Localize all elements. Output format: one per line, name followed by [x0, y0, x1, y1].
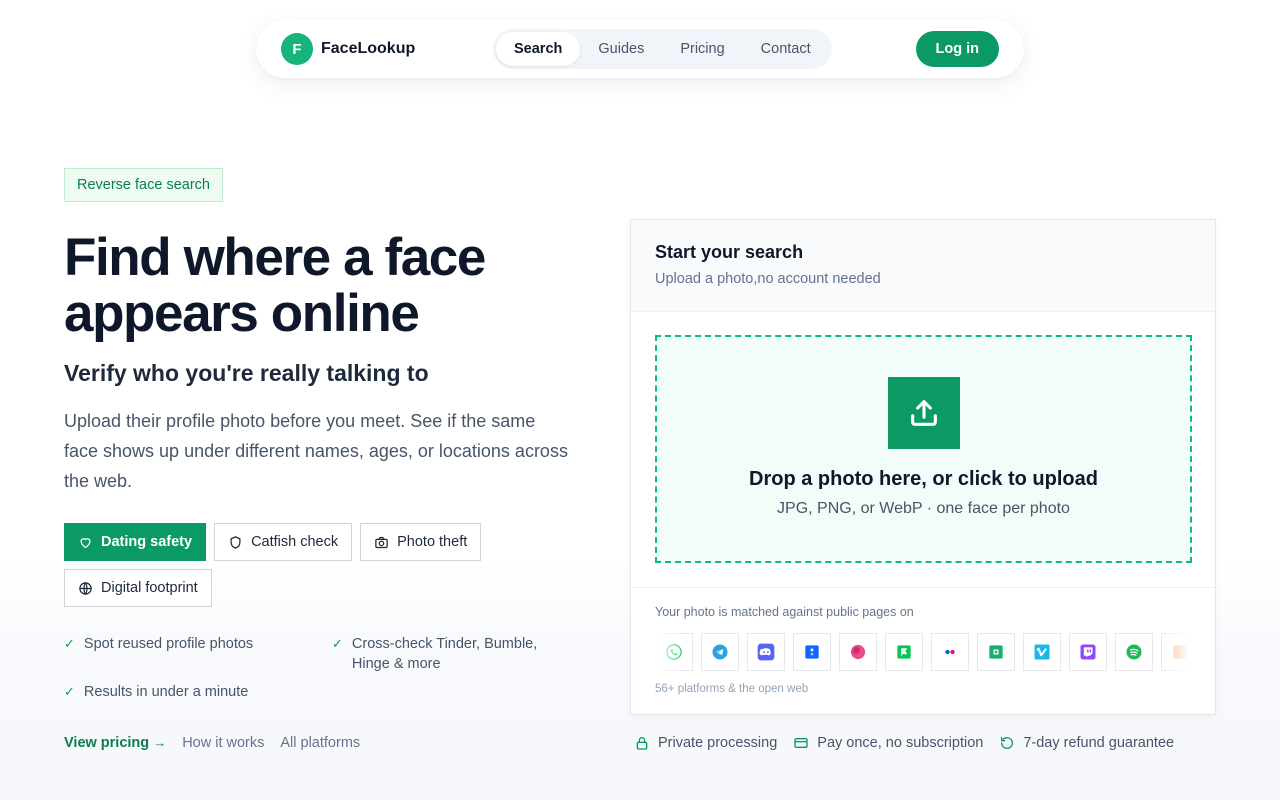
- vimeo-icon: [1023, 633, 1061, 671]
- benefit-item: ✓ Spot reused profile photos: [64, 634, 332, 674]
- spotify-icon: [1115, 633, 1153, 671]
- benefit-text: Spot reused profile photos: [83, 636, 254, 652]
- chip-label: Digital footprint: [101, 580, 198, 596]
- trust-refund: 7-day refund guarantee: [999, 735, 1174, 751]
- dribbble-icon: [839, 633, 877, 671]
- trust-label: Private processing: [658, 735, 778, 751]
- check-icon: ✓: [64, 684, 75, 699]
- chip-label: Catfish check: [251, 534, 339, 550]
- nav-contact[interactable]: Contact: [743, 32, 829, 66]
- shield-icon: [230, 535, 241, 549]
- platform-count: 56+ platforms & the open web: [655, 683, 809, 695]
- nav-guides[interactable]: Guides: [580, 32, 662, 66]
- chip-photo-theft[interactable]: Photo theft: [360, 523, 482, 561]
- nav-pricing[interactable]: Pricing: [662, 32, 742, 66]
- platform-strip: [655, 633, 1189, 671]
- check-icon: ✓: [332, 636, 343, 651]
- chip-dating-safety[interactable]: Dating safety: [64, 523, 207, 561]
- benefit-text: Cross-check Tinder, Bumble, Hinge & more: [351, 636, 538, 672]
- trust-label: Pay once, no subscription: [817, 735, 984, 751]
- all-platforms-link[interactable]: All platforms: [280, 735, 360, 751]
- check-icon: ✓: [64, 636, 75, 651]
- view-pricing-label: View pricing: [64, 735, 150, 751]
- top-nav: F FaceLookup Search Guides Pricing Conta…: [256, 20, 1024, 78]
- chip-catfish-check[interactable]: Catfish check: [214, 523, 353, 561]
- twitch-icon: [1069, 633, 1107, 671]
- dropzone-title: Drop a photo here, or click to upload: [749, 468, 1098, 490]
- card-footer: Your photo is matched against public pag…: [631, 587, 1215, 714]
- arrow-right-icon: →: [153, 735, 167, 750]
- trust-pay-once: Pay once, no subscription: [793, 735, 983, 751]
- matched-label: Your photo is matched against public pag…: [655, 605, 914, 619]
- card-title: Start your search: [655, 242, 804, 262]
- brand-logo: F: [281, 33, 313, 65]
- brand-name: FaceLookup: [321, 40, 416, 57]
- hero-lede: Upload their profile photo before you me…: [64, 411, 568, 491]
- discord-icon: [747, 633, 785, 671]
- hero-subhead: Verify who you're really talking to: [64, 360, 429, 386]
- chip-label: Photo theft: [397, 534, 468, 550]
- trust-badges: Private processing Pay once, no subscrip…: [634, 735, 1174, 751]
- wechat-icon: [977, 633, 1015, 671]
- card-header: Start your search Upload a photo,no acco…: [631, 220, 1215, 312]
- login-button[interactable]: Log in: [915, 31, 999, 67]
- search-card: Start your search Upload a photo,no acco…: [630, 219, 1216, 715]
- camera-icon: [375, 536, 388, 548]
- dropzone-subtitle: JPG, PNG, or WebP · one face per photo: [777, 500, 1070, 517]
- flickr-icon: [931, 633, 969, 671]
- upload-dropzone[interactable]: Drop a photo here, or click to upload JP…: [655, 335, 1192, 563]
- benefit-item: ✓ Cross-check Tinder, Bumble, Hinge & mo…: [332, 634, 574, 674]
- whatsapp-icon: [655, 633, 693, 671]
- upload-icon: [887, 377, 960, 449]
- trust-private: Private processing: [634, 735, 777, 751]
- refresh-icon: [1001, 737, 1014, 749]
- credit-card-icon: [794, 738, 808, 748]
- bluesky-icon: [793, 633, 831, 671]
- nav-links: Search Guides Pricing Contact: [493, 29, 832, 69]
- telegram-icon: [701, 633, 739, 671]
- nav-search[interactable]: Search: [496, 32, 581, 66]
- chip-label: Dating safety: [101, 534, 193, 550]
- hero-links: View pricing → How it works All platform…: [64, 735, 360, 751]
- how-it-works-link[interactable]: How it works: [182, 735, 264, 751]
- view-pricing-link[interactable]: View pricing →: [64, 735, 166, 751]
- partial-icon: [1161, 633, 1189, 671]
- use-case-chips: Dating safety Catfish check Photo theft …: [64, 523, 524, 607]
- hero-headline: Find where a face appears online: [64, 228, 486, 343]
- lock-icon: [636, 737, 648, 750]
- benefit-list: ✓ Spot reused profile photos ✓ Cross-che…: [64, 634, 574, 702]
- benefit-item: ✓ Results in under a minute: [64, 682, 332, 702]
- trust-label: 7-day refund guarantee: [1023, 735, 1175, 751]
- line-icon: [885, 633, 923, 671]
- benefit-text: Results in under a minute: [83, 684, 249, 700]
- hero-tag: Reverse face search: [64, 168, 223, 202]
- card-subtitle: Upload a photo,no account needed: [655, 271, 881, 287]
- globe-icon: [79, 581, 92, 595]
- chip-digital-footprint[interactable]: Digital footprint: [64, 569, 212, 607]
- heart-icon: [80, 537, 91, 548]
- brand[interactable]: F FaceLookup: [281, 33, 493, 65]
